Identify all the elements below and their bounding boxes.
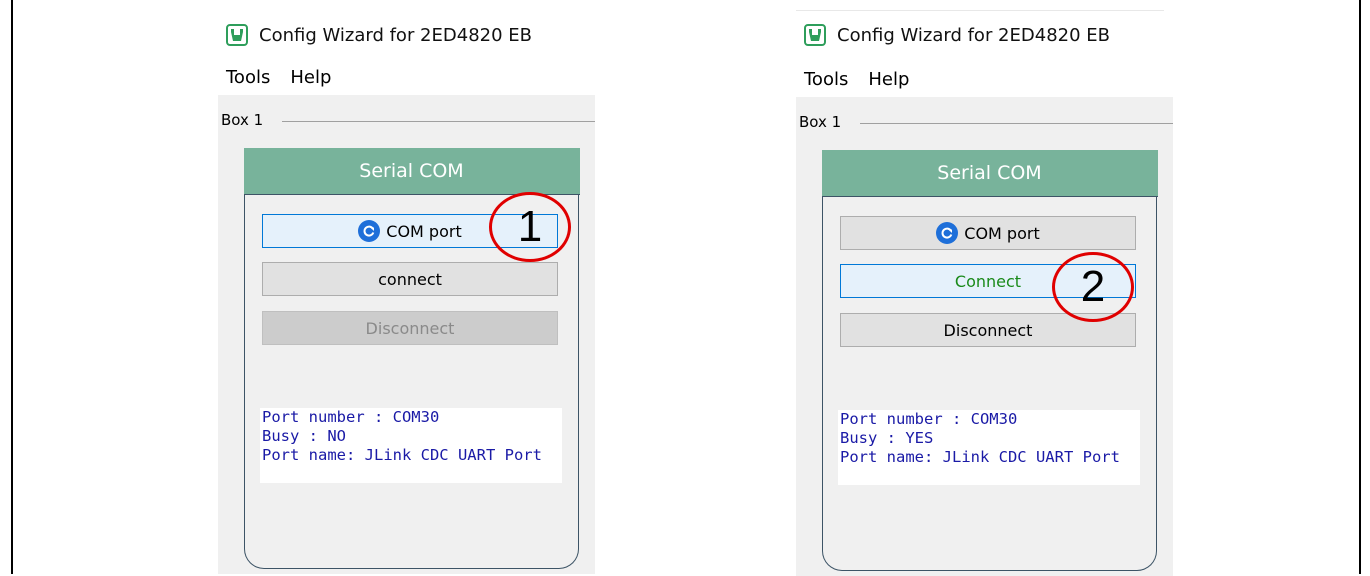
port-info-box: Port number : COM30 Busy : NO Port name:…	[260, 408, 562, 483]
menu-tools[interactable]: Tools	[218, 67, 282, 88]
groupbox-label: Box 1	[221, 111, 268, 129]
annotation-circle-1: 1	[489, 192, 571, 262]
menu-bar: Tools Help	[796, 66, 921, 92]
menu-help[interactable]: Help	[860, 69, 921, 90]
title-bar: Config Wizard for 2ED4820 EB	[218, 18, 593, 52]
com-port-label: COM port	[386, 221, 462, 241]
app-logo-icon	[804, 24, 826, 46]
annotation-circle-2: 2	[1052, 252, 1134, 322]
disconnect-label: Disconnect	[365, 318, 455, 338]
serial-com-card: Serial COM COM port Connect Disconnect P…	[821, 150, 1158, 571]
groupbox-divider	[860, 123, 1173, 124]
busy-status-text: Busy : YES	[840, 429, 934, 447]
connect-label: Connect	[954, 271, 1022, 291]
port-name-text: Port name: JLink CDC UART Port	[840, 448, 1120, 466]
frame-border-right	[1359, 0, 1361, 574]
disconnect-button[interactable]: Disconnect	[262, 311, 558, 345]
card-header: Serial COM	[821, 150, 1158, 197]
com-port-label: COM port	[964, 223, 1040, 243]
app-logo-icon	[226, 24, 248, 46]
refresh-icon	[358, 220, 381, 242]
window-title: Config Wizard for 2ED4820 EB	[259, 24, 532, 46]
main-panel: Box 1 Serial COM COM port connect Discon…	[218, 95, 595, 574]
menu-tools[interactable]: Tools	[796, 69, 860, 90]
title-bar: Config Wizard for 2ED4820 EB	[796, 18, 1171, 52]
com-port-button[interactable]: COM port	[840, 216, 1136, 250]
frame-border-left	[11, 0, 13, 574]
connect-label: connect	[378, 269, 442, 289]
port-number-text: Port number : COM30	[840, 410, 1018, 428]
menu-bar: Tools Help	[218, 64, 343, 90]
refresh-icon	[936, 222, 959, 244]
window-top-edge	[796, 10, 1164, 11]
busy-status-text: Busy : NO	[262, 427, 346, 445]
window-title: Config Wizard for 2ED4820 EB	[837, 24, 1110, 46]
port-number-text: Port number : COM30	[262, 408, 440, 426]
connect-button[interactable]: connect	[262, 262, 558, 296]
main-panel: Box 1 Serial COM COM port Connect Discon…	[796, 97, 1173, 576]
config-wizard-window-1: Config Wizard for 2ED4820 EB Tools Help …	[218, 0, 595, 574]
disconnect-label: Disconnect	[943, 320, 1033, 340]
menu-help[interactable]: Help	[282, 67, 343, 88]
port-info-box: Port number : COM30 Busy : YES Port name…	[838, 410, 1140, 485]
card-header: Serial COM	[243, 148, 580, 195]
groupbox-divider	[282, 121, 595, 122]
port-name-text: Port name: JLink CDC UART Port	[262, 446, 542, 464]
groupbox-label: Box 1	[799, 113, 846, 131]
